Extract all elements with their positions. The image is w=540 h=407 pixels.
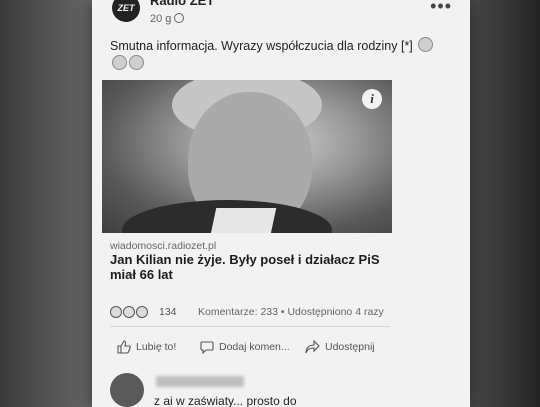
page-name-link[interactable]: Radio ZET bbox=[150, 0, 214, 8]
link-preview-image[interactable]: i bbox=[102, 80, 392, 233]
like-label: Lubię to! bbox=[136, 341, 177, 353]
comment-button[interactable]: Dodaj komen... bbox=[200, 340, 290, 354]
comment-text: z ai w zaświaty... prosto do bbox=[154, 394, 297, 407]
post-meta: 20 g bbox=[150, 13, 185, 25]
commenter-name-redacted bbox=[156, 376, 244, 387]
background-right bbox=[470, 0, 540, 407]
post-message: Smutna informacja. Wyrazy współczucia dl… bbox=[110, 37, 440, 73]
page-avatar[interactable]: ZET bbox=[112, 0, 140, 22]
sad-emoji-icon bbox=[418, 37, 434, 52]
like-reaction-icon bbox=[136, 306, 148, 318]
share-button[interactable]: Udostępnij bbox=[305, 340, 375, 354]
info-icon[interactable]: i bbox=[362, 89, 382, 109]
comment-icon bbox=[200, 341, 214, 354]
wow-reaction-icon bbox=[123, 306, 135, 318]
more-options-icon[interactable]: ••• bbox=[430, 0, 452, 17]
photo-collar bbox=[207, 208, 277, 233]
background-left bbox=[0, 0, 92, 407]
comment-label: Dodaj komen... bbox=[219, 341, 290, 353]
divider bbox=[110, 326, 390, 327]
share-label: Udostępnij bbox=[325, 341, 375, 353]
post-time[interactable]: 20 g bbox=[150, 13, 171, 25]
post-message-text: Smutna informacja. Wyrazy współczucia dl… bbox=[110, 39, 413, 53]
sad-reaction-icon bbox=[110, 306, 122, 318]
link-domain: wiadomosci.radiozet.pl bbox=[110, 240, 217, 252]
commenter-avatar[interactable] bbox=[110, 373, 144, 407]
link-title[interactable]: Jan Kilian nie żyje. Były poseł i działa… bbox=[110, 252, 380, 282]
facebook-post: ZET Radio ZET 20 g ••• Smutna informacja… bbox=[92, 0, 470, 407]
reaction-count: 134 bbox=[159, 306, 177, 318]
share-arrow-icon bbox=[305, 340, 320, 354]
globe-icon bbox=[174, 13, 185, 23]
thumbs-up-icon bbox=[117, 340, 131, 354]
sad-emoji-icon bbox=[129, 55, 144, 70]
sad-emoji-icon bbox=[112, 55, 127, 70]
post-header: ZET Radio ZET 20 g ••• bbox=[92, 0, 470, 34]
reactions-summary[interactable]: 134 bbox=[110, 306, 177, 318]
like-button[interactable]: Lubię to! bbox=[117, 340, 176, 354]
comments-shares-count[interactable]: Komentarze: 233 • Udostępniono 4 razy bbox=[198, 306, 384, 318]
